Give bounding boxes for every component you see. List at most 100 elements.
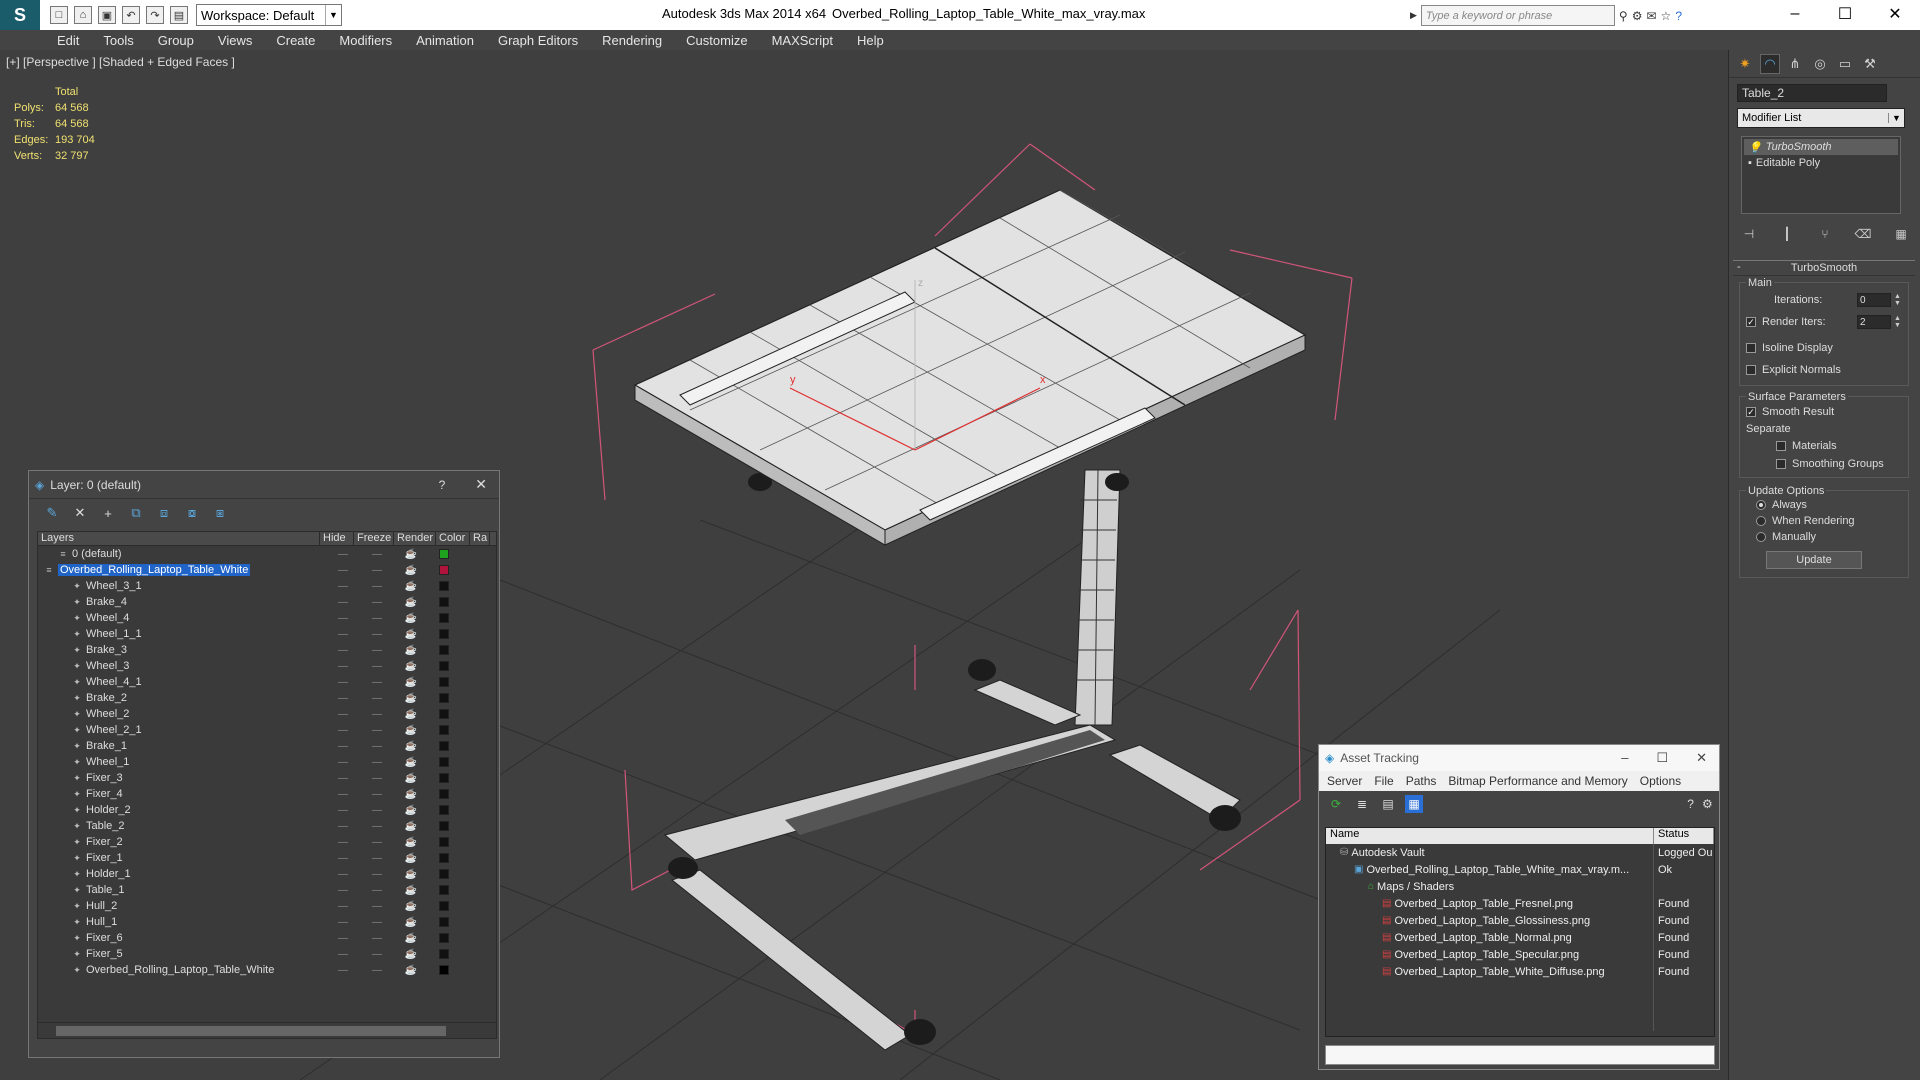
layer-color-swatch[interactable] [439,629,449,639]
asset-row[interactable]: ▤ Overbed_Laptop_Table_White_Diffuse.png F… [1326,963,1714,980]
asset-row[interactable]: ⛁ Autodesk Vault Logged Ou [1326,844,1714,861]
freeze-toggle[interactable]: — [360,549,394,560]
render-teapot-icon[interactable]: ☕ [394,725,428,736]
project-folder-icon[interactable]: ▤ [170,6,188,24]
col-status[interactable]: Status [1654,828,1714,844]
save-file-icon[interactable]: ▣ [98,6,116,24]
horizontal-scrollbar[interactable] [38,1022,496,1038]
layer-color-swatch[interactable] [439,565,449,575]
list-view-icon[interactable]: ≣ [1353,795,1371,813]
asset-name-cell[interactable]: ▤ Overbed_Laptop_Table_Fresnel.png [1326,895,1654,912]
hide-toggle[interactable]: — [326,677,360,688]
layer-color-swatch[interactable] [439,901,449,911]
layer-row[interactable]: ✦ Brake_4— — ☕ [38,594,496,610]
freeze-toggle[interactable]: — [360,661,394,672]
freeze-toggle[interactable]: — [360,965,394,976]
maximize-icon[interactable]: ☐ [1656,750,1668,766]
new-file-icon[interactable]: □ [50,6,68,24]
explicit-normals-checkbox[interactable] [1746,365,1756,375]
add-to-layer-icon[interactable]: + [99,504,117,522]
search-input[interactable]: Type a keyword or phrase [1420,5,1615,26]
layer-row[interactable]: ✦ Fixer_1— — ☕ [38,850,496,866]
help-icon[interactable]: ? [1675,9,1682,23]
layer-color-swatch[interactable] [439,885,449,895]
freeze-toggle[interactable]: — [360,773,394,784]
layer-name-cell[interactable]: ✦ Fixer_3 [38,772,326,784]
expand-arrow-icon[interactable]: ▶ [1410,10,1417,21]
layer-row[interactable]: ✦ Fixer_2— — ☕ [38,834,496,850]
subscription-icon[interactable]: ⚙ [1632,9,1643,23]
layer-color-swatch[interactable] [439,645,449,655]
layer-name-cell[interactable]: ✦ Overbed_Rolling_Laptop_Table_White [38,964,326,976]
layer-row[interactable]: ✦ Holder_1— — ☕ [38,866,496,882]
materials-checkbox[interactable] [1776,441,1786,451]
col-render[interactable]: Render [394,532,436,545]
layer-row[interactable]: ✦ Fixer_5— — ☕ [38,946,496,962]
highlight-selected-icon[interactable]: ⧈ [155,504,173,522]
layer-color-swatch[interactable] [439,949,449,959]
col-name[interactable]: Name [1326,828,1654,844]
app-logo-icon[interactable]: S [0,0,40,30]
hide-toggle[interactable]: — [326,597,360,608]
asset-name-cell[interactable]: ▤ Overbed_Laptop_Table_White_Diffuse.png [1326,963,1654,980]
help-button[interactable]: ? [439,478,446,492]
manually-radio[interactable] [1756,532,1766,542]
render-teapot-icon[interactable]: ☕ [394,565,428,576]
layer-row[interactable]: ✦ Wheel_3— — ☕ [38,658,496,674]
hide-toggle[interactable]: — [326,725,360,736]
asset-name-cell[interactable]: ⛁ Autodesk Vault [1326,844,1654,861]
asset-row[interactable]: ⌂ Maps / Shaders [1326,878,1714,895]
hide-toggle[interactable]: — [326,613,360,624]
hide-toggle[interactable]: — [326,709,360,720]
delete-layer-icon[interactable]: ✕ [71,504,89,522]
asset-menu-file[interactable]: File [1374,774,1393,788]
hide-toggle[interactable]: — [326,661,360,672]
make-unique-icon[interactable]: ⑂ [1817,226,1833,242]
layer-color-swatch[interactable] [439,581,449,591]
close-icon[interactable]: ✕ [1696,750,1707,766]
close-icon[interactable]: ✕ [1870,0,1920,28]
menu-maxscript[interactable]: MAXScript [760,33,845,48]
layer-color-swatch[interactable] [439,805,449,815]
always-radio[interactable] [1756,500,1766,510]
when-rendering-radio[interactable] [1756,516,1766,526]
asset-name-cell[interactable]: ▤ Overbed_Laptop_Table_Glossiness.png [1326,912,1654,929]
layer-color-swatch[interactable] [439,549,449,559]
layer-row[interactable]: ✦ Brake_3— — ☕ [38,642,496,658]
render-teapot-icon[interactable]: ☕ [394,693,428,704]
freeze-toggle[interactable]: — [360,629,394,640]
smoothing-groups-checkbox[interactable] [1776,459,1786,469]
thumbnail-view-icon[interactable]: ▤ [1379,795,1397,813]
object-name-field[interactable]: Table_2 [1737,84,1887,102]
help-icon[interactable]: ? [1687,795,1694,813]
render-iters-checkbox[interactable]: ✓ [1746,317,1756,327]
layer-row[interactable]: ✦ Wheel_1— — ☕ [38,754,496,770]
hide-toggle[interactable]: — [326,693,360,704]
col-radiosity[interactable]: Ra [470,532,490,545]
layer-color-swatch[interactable] [439,869,449,879]
layer-row[interactable]: ✦ Holder_2— — ☕ [38,802,496,818]
hide-toggle[interactable]: — [326,933,360,944]
asset-menu-bitmap[interactable]: Bitmap Performance and Memory [1448,774,1627,788]
render-teapot-icon[interactable]: ☕ [394,933,428,944]
layer-row[interactable]: ✦ Hull_1— — ☕ [38,914,496,930]
menu-edit[interactable]: Edit [45,33,91,48]
layer-name-cell[interactable]: ✦ Hull_2 [38,900,326,912]
hide-toggle[interactable]: — [326,581,360,592]
layer-color-swatch[interactable] [439,661,449,671]
layer-row[interactable]: ✦ Overbed_Rolling_Laptop_Table_White — — ☕ [38,962,496,978]
layer-name-cell[interactable]: ✦ Fixer_1 [38,852,326,864]
layer-name-cell[interactable]: ✦ Wheel_2_1 [38,724,326,736]
layer-name-cell[interactable]: ✦ Wheel_4 [38,612,326,624]
freeze-toggle[interactable]: — [360,901,394,912]
layer-row[interactable]: ✦ Table_1— — ☕ [38,882,496,898]
spinner-arrows-icon[interactable]: ▲ ▼ [1894,293,1902,307]
modify-tab-icon[interactable]: ◠ [1760,54,1780,74]
layer-row[interactable]: ✦ Fixer_3— — ☕ [38,770,496,786]
col-layers[interactable]: Layers [38,532,320,545]
layer-color-swatch[interactable] [439,677,449,687]
layer-name-cell[interactable]: ✦ Wheel_3_1 [38,580,326,592]
col-freeze[interactable]: Freeze [354,532,394,545]
motion-tab-icon[interactable]: ◎ [1810,54,1830,74]
layer-color-swatch[interactable] [439,613,449,623]
